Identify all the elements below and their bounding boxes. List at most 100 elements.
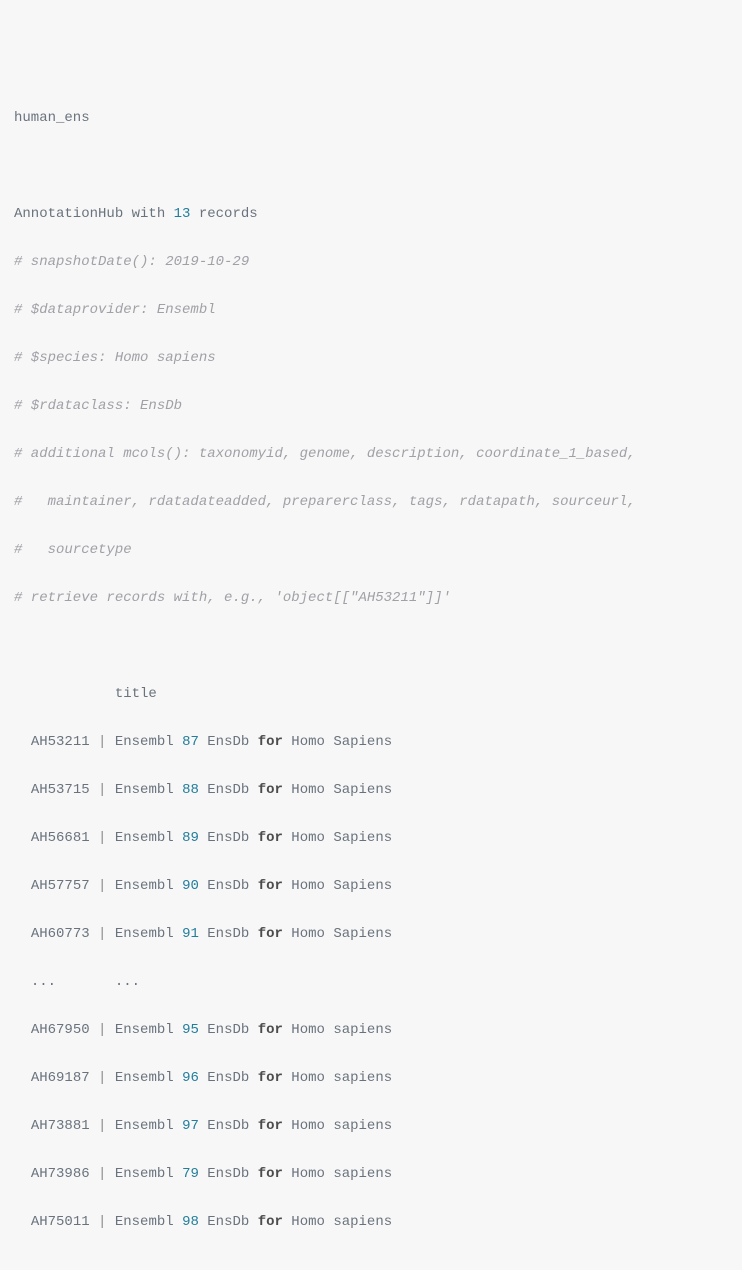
table-row: AH75011 | Ensembl 98 EnsDb for Homo sapi… [14, 1210, 728, 1234]
for-keyword: for [258, 1022, 283, 1038]
pipe-icon: | [98, 782, 106, 798]
table-header-label: title [115, 686, 157, 702]
row-version: 90 [182, 878, 199, 894]
row-id: AH53715 [31, 782, 90, 798]
pipe-icon: | [98, 1118, 106, 1134]
for-keyword: for [258, 1070, 283, 1086]
comment-line: # $species: Homo sapiens [14, 346, 728, 370]
table-row: AH56681 | Ensembl 89 EnsDb for Homo Sapi… [14, 826, 728, 850]
row-version: 96 [182, 1070, 199, 1086]
for-keyword: for [258, 782, 283, 798]
ellipsis-right: ... [115, 974, 140, 990]
row-prefix: Ensembl [115, 1214, 182, 1230]
row-suffix: Homo sapiens [283, 1118, 392, 1134]
blank-line [14, 634, 728, 658]
for-keyword: for [258, 1214, 283, 1230]
table-row: AH73986 | Ensembl 79 EnsDb for Homo sapi… [14, 1162, 728, 1186]
row-id: AH69187 [31, 1070, 90, 1086]
comment-line: # $dataprovider: Ensembl [14, 298, 728, 322]
table-row: AH57757 | Ensembl 90 EnsDb for Homo Sapi… [14, 874, 728, 898]
summary-suffix: records [190, 206, 257, 222]
row-prefix: Ensembl [115, 830, 182, 846]
comment-line: # retrieve records with, e.g., 'object[[… [14, 586, 728, 610]
row-mid: EnsDb [199, 926, 258, 942]
row-id: AH60773 [31, 926, 90, 942]
row-prefix: Ensembl [115, 1118, 182, 1134]
ellipsis-left: ... [31, 974, 56, 990]
for-keyword: for [258, 830, 283, 846]
row-id: AH67950 [31, 1022, 90, 1038]
for-keyword: for [258, 1166, 283, 1182]
row-prefix: Ensembl [115, 782, 182, 798]
row-prefix: Ensembl [115, 1070, 182, 1086]
row-suffix: Homo Sapiens [283, 878, 392, 894]
row-suffix: Homo Sapiens [283, 782, 392, 798]
row-version: 88 [182, 782, 199, 798]
row-prefix: Ensembl [115, 1022, 182, 1038]
row-mid: EnsDb [199, 1022, 258, 1038]
row-id: AH53211 [31, 734, 90, 750]
pipe-icon: | [98, 1070, 106, 1086]
row-mid: EnsDb [199, 1070, 258, 1086]
row-version: 97 [182, 1118, 199, 1134]
blank-line [14, 154, 728, 178]
row-suffix: Homo sapiens [283, 1070, 392, 1086]
row-suffix: Homo sapiens [283, 1166, 392, 1182]
row-mid: EnsDb [199, 782, 258, 798]
pipe-icon: | [98, 830, 106, 846]
for-keyword: for [258, 878, 283, 894]
row-suffix: Homo Sapiens [283, 926, 392, 942]
row-mid: EnsDb [199, 1214, 258, 1230]
comment-line: # sourcetype [14, 538, 728, 562]
row-id: AH56681 [31, 830, 90, 846]
row-version: 79 [182, 1166, 199, 1182]
for-keyword: for [258, 734, 283, 750]
table-header-line: title [14, 682, 728, 706]
pipe-icon: | [98, 926, 106, 942]
comment-line: # maintainer, rdatadateadded, preparercl… [14, 490, 728, 514]
record-count: 13 [174, 206, 191, 222]
row-mid: EnsDb [199, 734, 258, 750]
row-mid: EnsDb [199, 830, 258, 846]
row-prefix: Ensembl [115, 926, 182, 942]
table-row: AH53715 | Ensembl 88 EnsDb for Homo Sapi… [14, 778, 728, 802]
for-keyword: for [258, 1118, 283, 1134]
row-suffix: Homo sapiens [283, 1022, 392, 1038]
row-version: 91 [182, 926, 199, 942]
table-row: AH67950 | Ensembl 95 EnsDb for Homo sapi… [14, 1018, 728, 1042]
comment-line: # $rdataclass: EnsDb [14, 394, 728, 418]
ellipsis-line: ... ... [14, 970, 728, 994]
comment-line: # snapshotDate(): 2019-10-29 [14, 250, 728, 274]
summary-line: AnnotationHub with 13 records [14, 202, 728, 226]
summary-prefix: AnnotationHub with [14, 206, 174, 222]
table-row: AH73881 | Ensembl 97 EnsDb for Homo sapi… [14, 1114, 728, 1138]
row-version: 89 [182, 830, 199, 846]
row-prefix: Ensembl [115, 878, 182, 894]
row-suffix: Homo Sapiens [283, 734, 392, 750]
pipe-icon: | [98, 1166, 106, 1182]
table-header-spacer [14, 686, 115, 702]
pipe-icon: | [98, 1022, 106, 1038]
pipe-icon: | [98, 878, 106, 894]
pipe-icon: | [98, 734, 106, 750]
row-id: AH75011 [31, 1214, 90, 1230]
row-suffix: Homo Sapiens [283, 830, 392, 846]
row-prefix: Ensembl [115, 1166, 182, 1182]
row-id: AH73881 [31, 1118, 90, 1134]
row-suffix: Homo sapiens [283, 1214, 392, 1230]
row-version: 87 [182, 734, 199, 750]
table-row: AH60773 | Ensembl 91 EnsDb for Homo Sapi… [14, 922, 728, 946]
row-id: AH57757 [31, 878, 90, 894]
row-mid: EnsDb [199, 878, 258, 894]
row-mid: EnsDb [199, 1118, 258, 1134]
table-row: AH53211 | Ensembl 87 EnsDb for Homo Sapi… [14, 730, 728, 754]
row-mid: EnsDb [199, 1166, 258, 1182]
row-id: AH73986 [31, 1166, 90, 1182]
command-line: human_ens [14, 106, 728, 130]
for-keyword: for [258, 926, 283, 942]
row-version: 95 [182, 1022, 199, 1038]
pipe-icon: | [98, 1214, 106, 1230]
table-row: AH69187 | Ensembl 96 EnsDb for Homo sapi… [14, 1066, 728, 1090]
row-version: 98 [182, 1214, 199, 1230]
command-text: human_ens [14, 110, 90, 126]
